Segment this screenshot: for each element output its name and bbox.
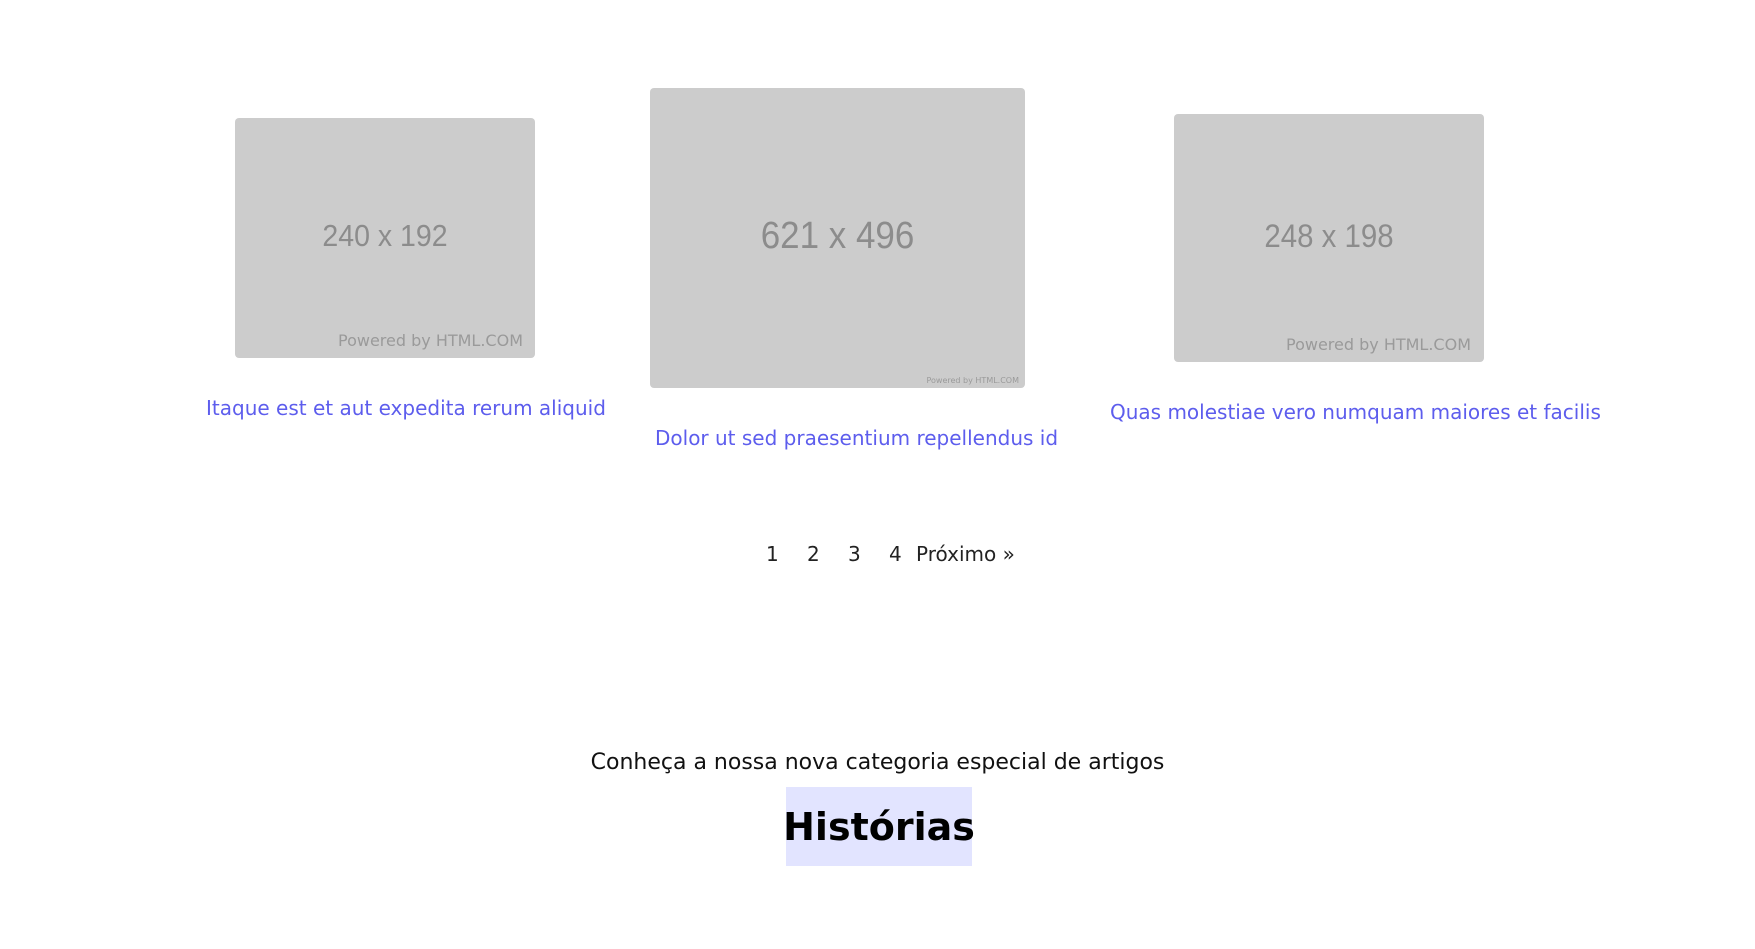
- article-thumbnail[interactable]: 248 x 198 Powered by HTML.COM: [1174, 114, 1484, 362]
- previous-row-caption-fragment: [300, 0, 540, 2]
- thumbnail-watermark: Powered by HTML.COM: [338, 331, 523, 350]
- historias-category-button[interactable]: Histórias: [783, 787, 975, 866]
- pagination: 1 2 3 4 Próximo »: [762, 542, 1015, 566]
- article-thumbnail[interactable]: 240 x 192 Powered by HTML.COM: [235, 118, 535, 358]
- page: 240 x 192 Powered by HTML.COM Itaque est…: [0, 0, 1755, 949]
- article-thumbnail[interactable]: 621 x 496 Powered by HTML.COM: [650, 88, 1025, 388]
- previous-row-caption-fragment: [1340, 0, 1360, 2]
- article-title-link[interactable]: Dolor ut sed praesentium repellendus id: [655, 426, 1058, 450]
- next-page-link[interactable]: Próximo »: [916, 542, 1015, 566]
- promo-text: Conheça a nossa nova categoria especial …: [590, 750, 1165, 775]
- thumbnail-dimensions-label: 621 x 496: [760, 215, 915, 257]
- article-title-link[interactable]: Itaque est et aut expedita rerum aliquid: [206, 396, 606, 420]
- previous-row-caption-fragment: [800, 0, 940, 2]
- thumbnail-dimensions-label: 248 x 198: [1264, 218, 1394, 254]
- thumbnail-dimensions-label: 240 x 192: [322, 218, 448, 253]
- thumbnail-watermark: Powered by HTML.COM: [926, 376, 1020, 385]
- article-title-link[interactable]: Quas molestiae vero numquam maiores et f…: [1110, 400, 1601, 424]
- page-link-2[interactable]: 2: [807, 542, 848, 566]
- thumbnail-watermark: Powered by HTML.COM: [1286, 335, 1471, 354]
- page-link-3[interactable]: 3: [848, 542, 889, 566]
- page-link-1[interactable]: 1: [762, 542, 807, 566]
- page-link-4[interactable]: 4: [889, 542, 916, 566]
